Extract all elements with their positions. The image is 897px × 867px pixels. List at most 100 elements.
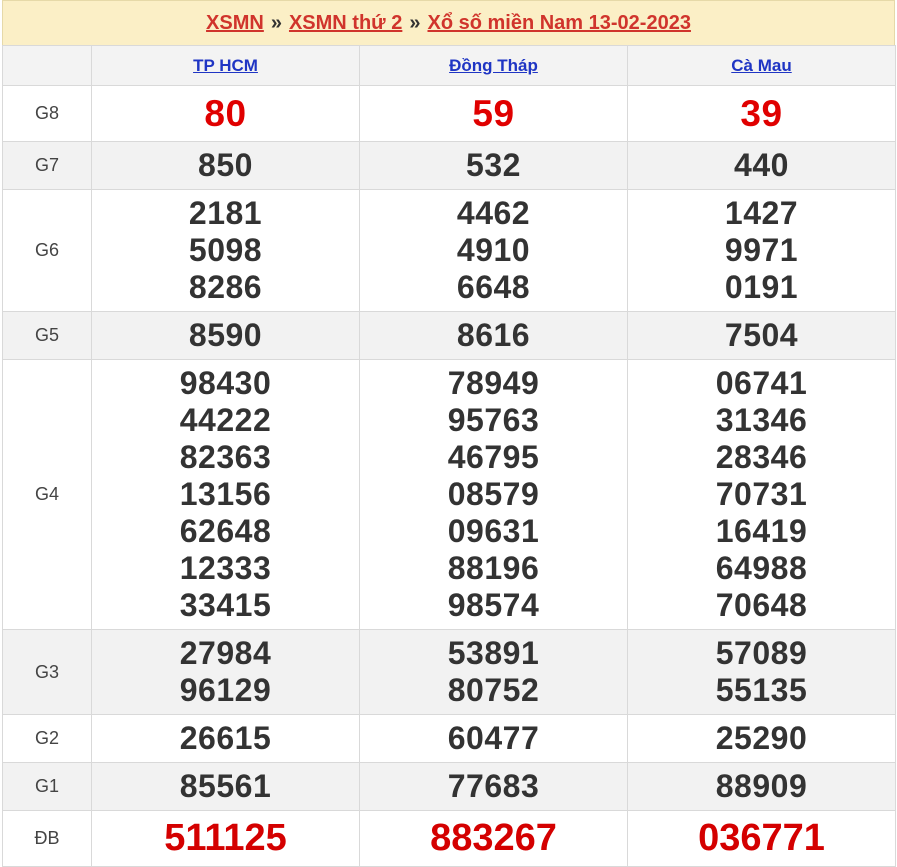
prize-cell: 7504 [627, 311, 896, 360]
province-link-dongthap[interactable]: Đồng Tháp [449, 56, 538, 75]
prize-cell: 532 [359, 141, 628, 190]
prize-cell: 8590 [91, 311, 360, 360]
prize-label: G2 [2, 714, 92, 763]
prize-label: G5 [2, 311, 92, 360]
prize-cell: 850 [91, 141, 360, 190]
breadcrumb-link-xsmn-thu2[interactable]: XSMN thứ 2 [289, 12, 402, 35]
prize-number: 2181 [188, 195, 263, 231]
table-header-row: TP HCM Đồng Tháp Cà Mau [2, 45, 896, 86]
prize-cell: 85561 [91, 762, 360, 811]
prize-number: 96129 [179, 672, 272, 708]
prize-number: 26615 [179, 720, 272, 756]
prize-number: 80752 [447, 672, 540, 708]
prize-cell: 27984 96129 [91, 629, 360, 715]
prize-cell: 88909 [627, 762, 896, 811]
prize-header-cell [2, 45, 92, 86]
prize-cell: 036771 [627, 810, 896, 867]
prize-number: 1427 [724, 195, 799, 231]
breadcrumb: XSMN » XSMN thứ 2 » Xổ số miền Nam 13-02… [2, 0, 895, 45]
prize-number: 53891 [447, 635, 540, 671]
prize-number: 98574 [447, 587, 540, 623]
prize-cell: 98430 44222 82363 13156 62648 12333 33415 [91, 359, 360, 630]
prize-number: 8590 [188, 317, 263, 353]
breadcrumb-link-result-date[interactable]: Xổ số miền Nam 13-02-2023 [427, 12, 690, 35]
prize-number: 62648 [179, 513, 272, 549]
prize-cell: 06741 31346 28346 70731 16419 64988 70648 [627, 359, 896, 630]
breadcrumb-link-xsmn[interactable]: XSMN [206, 12, 264, 35]
prize-cell: 25290 [627, 714, 896, 763]
prize-number: 70731 [715, 476, 808, 512]
prize-number: 46795 [447, 439, 540, 475]
prize-rows: G8 80 59 39 G7 850 532 440 G6 2181 5098 8286 4462 491… [2, 85, 896, 867]
prize-cell: 1427 9971 0191 [627, 189, 896, 312]
prize-number: 12333 [179, 550, 272, 586]
prize-row-g6: G6 2181 5098 8286 4462 4910 6648 1427 9971 0191 [2, 189, 896, 312]
province-header-cell: Cà Mau [627, 45, 896, 86]
prize-label: G8 [2, 85, 92, 142]
prize-label: ĐB [2, 810, 92, 867]
prize-number: 77683 [447, 768, 540, 804]
prize-number: 55135 [715, 672, 808, 708]
prize-number: 98430 [179, 365, 272, 401]
prize-cell: 8616 [359, 311, 628, 360]
prize-row-g8: G8 80 59 39 [2, 85, 896, 142]
prize-row-g1: G1 85561 77683 88909 [2, 762, 896, 811]
prize-cell: 511125 [91, 810, 360, 867]
prize-number: 13156 [179, 476, 272, 512]
prize-number: 036771 [698, 817, 825, 859]
prize-number: 9971 [724, 232, 799, 268]
prize-row-g2: G2 26615 60477 25290 [2, 714, 896, 763]
prize-cell: 883267 [359, 810, 628, 867]
prize-cell: 39 [627, 85, 896, 142]
prize-number: 511125 [164, 817, 287, 859]
prize-number: 8286 [188, 269, 263, 305]
prize-number: 88196 [447, 550, 540, 586]
prize-number: 06741 [715, 365, 808, 401]
province-link-tphcm[interactable]: TP HCM [193, 56, 258, 75]
prize-number: 64988 [715, 550, 808, 586]
province-header-cell: Đồng Tháp [359, 45, 628, 86]
prize-number: 5098 [188, 232, 263, 268]
prize-number: 440 [734, 147, 789, 183]
prize-number: 59 [472, 93, 515, 134]
prize-number: 88909 [715, 768, 808, 804]
prize-label: G3 [2, 629, 92, 715]
prize-number: 532 [466, 147, 521, 183]
prize-number: 60477 [447, 720, 540, 756]
prize-cell: 2181 5098 8286 [91, 189, 360, 312]
prize-number: 850 [198, 147, 253, 183]
prize-number: 883267 [430, 817, 557, 859]
prize-row-g3: G3 27984 96129 53891 80752 57089 55135 [2, 629, 896, 715]
prize-number: 33415 [179, 587, 272, 623]
prize-number: 82363 [179, 439, 272, 475]
prize-number: 7504 [724, 317, 799, 353]
prize-number: 28346 [715, 439, 808, 475]
prize-row-g7: G7 850 532 440 [2, 141, 896, 190]
prize-cell: 57089 55135 [627, 629, 896, 715]
prize-number: 95763 [447, 402, 540, 438]
prize-number: 4462 [456, 195, 531, 231]
breadcrumb-separator: » [409, 11, 421, 34]
prize-number: 6648 [456, 269, 531, 305]
prize-number: 4910 [456, 232, 531, 268]
province-header-cell: TP HCM [91, 45, 360, 86]
prize-number: 70648 [715, 587, 808, 623]
prize-number: 78949 [447, 365, 540, 401]
prize-cell: 77683 [359, 762, 628, 811]
prize-number: 09631 [447, 513, 540, 549]
prize-number: 25290 [715, 720, 808, 756]
prize-number: 31346 [715, 402, 808, 438]
prize-number: 44222 [179, 402, 272, 438]
breadcrumb-separator: » [270, 11, 282, 34]
prize-number: 85561 [179, 768, 272, 804]
prize-cell: 60477 [359, 714, 628, 763]
prize-label: G7 [2, 141, 92, 190]
prize-row-g5: G5 8590 8616 7504 [2, 311, 896, 360]
prize-number: 27984 [179, 635, 272, 671]
results-frame: XSMN » XSMN thứ 2 » Xổ số miền Nam 13-02… [2, 0, 896, 867]
prize-row-db: ĐB 511125 883267 036771 [2, 810, 896, 867]
prize-label: G4 [2, 359, 92, 630]
province-link-camau[interactable]: Cà Mau [731, 56, 791, 75]
prize-label: G1 [2, 762, 92, 811]
prize-number: 39 [740, 93, 783, 134]
